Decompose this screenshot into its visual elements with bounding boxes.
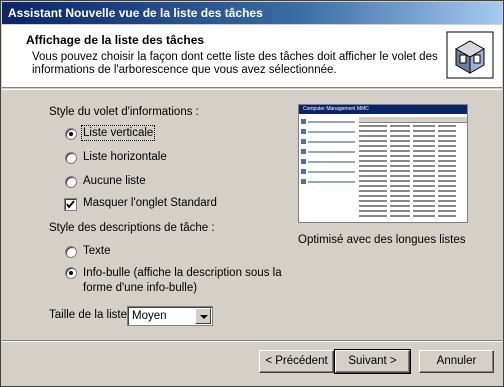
preview-task [301, 137, 355, 146]
radio-text[interactable]: Texte [65, 245, 111, 258]
window-title: Assistant Nouvelle vue de la liste des t… [8, 6, 263, 20]
preview-list-row [359, 134, 467, 138]
radio-label: Liste verticale [80, 125, 156, 141]
preview-task [301, 157, 355, 166]
preview-list-row [359, 169, 467, 173]
radio-button[interactable] [65, 176, 77, 188]
task-description-style-label: Style des descriptions de tâche : [49, 222, 215, 234]
header-separator [2, 89, 502, 90]
radio-no-list[interactable]: Aucune liste [65, 175, 146, 188]
checkbox-hide-standard-tab[interactable]: Masquer l'onglet Standard [64, 197, 217, 211]
radio-label: Aucune liste [83, 175, 146, 187]
preview-list-row [359, 209, 467, 213]
preview-list-rows [359, 124, 467, 218]
list-size-value: Moyen [132, 310, 167, 322]
details-pane-style-label: Style du volet d'informations : [49, 106, 199, 118]
preview-image: Computer Management MMC [298, 104, 468, 223]
preview-list-row [359, 149, 467, 153]
preview-list-row [359, 204, 467, 208]
preview-list-row [359, 164, 467, 168]
preview-list-row [359, 144, 467, 148]
preview-caption: Optimisé avec des longues listes [298, 234, 466, 246]
chevron-down-icon[interactable] [195, 308, 211, 324]
preview-list-row [359, 129, 467, 133]
radio-button[interactable] [65, 128, 77, 140]
page-title: Affichage de la liste des tâches [26, 33, 205, 47]
preview-task [301, 177, 355, 186]
list-size-dropdown[interactable]: Moyen [127, 306, 213, 326]
preview-list-view [359, 117, 467, 219]
wizard-page-icon [446, 31, 494, 79]
radio-label: Info-bulle (affiche la description sous … [83, 266, 282, 296]
preview-task [301, 167, 355, 176]
list-size-label: Taille de la liste : [49, 309, 134, 321]
preview-list-row [359, 159, 467, 163]
radio-label: Liste horizontale [83, 151, 167, 163]
page-description: Vous pouvez choisir la façon dont cette … [32, 51, 438, 76]
preview-list-row [359, 189, 467, 193]
checkbox[interactable] [64, 198, 77, 211]
preview-list-row [359, 214, 467, 218]
radio-horizontal-list[interactable]: Liste horizontale [65, 151, 167, 164]
preview-task-list [301, 117, 355, 187]
checkbox-label: Masquer l'onglet Standard [83, 197, 217, 209]
preview-task [301, 127, 355, 136]
wizard-header: Affichage de la liste des tâches Vous po… [2, 25, 502, 88]
radio-tooltip[interactable]: Info-bulle (affiche la description sous … [65, 266, 282, 296]
radio-vertical-list[interactable]: Liste verticale [65, 125, 156, 141]
preview-title: Computer Management MMC [299, 105, 467, 114]
wizard-window: Assistant Nouvelle vue de la liste des t… [0, 0, 504, 387]
radio-button[interactable] [65, 246, 77, 258]
preview-list-row [359, 139, 467, 143]
preview-task [301, 117, 355, 126]
radio-button[interactable] [65, 152, 77, 164]
preview-list-row [359, 199, 467, 203]
checkmark-icon [66, 200, 75, 209]
preview-list-row [359, 179, 467, 183]
preview-list-row [359, 194, 467, 198]
cancel-button[interactable]: Annuler [419, 350, 494, 373]
back-button[interactable]: < Précédent [259, 350, 334, 373]
radio-button[interactable] [65, 267, 77, 279]
preview-list-row [359, 154, 467, 158]
bottom-separator [2, 340, 502, 342]
next-button[interactable]: Suivant > [334, 349, 411, 374]
radio-label-line2: forme d'une info-bulle) [83, 282, 198, 294]
title-bar: Assistant Nouvelle vue de la liste des t… [2, 2, 502, 24]
radio-label-line1: Info-bulle (affiche la description sous … [83, 267, 282, 279]
preview-task [301, 147, 355, 156]
preview-list-header [359, 117, 467, 123]
preview-list-row [359, 184, 467, 188]
preview-list-row [359, 174, 467, 178]
radio-label: Texte [83, 245, 111, 257]
preview-list-row [359, 124, 467, 128]
